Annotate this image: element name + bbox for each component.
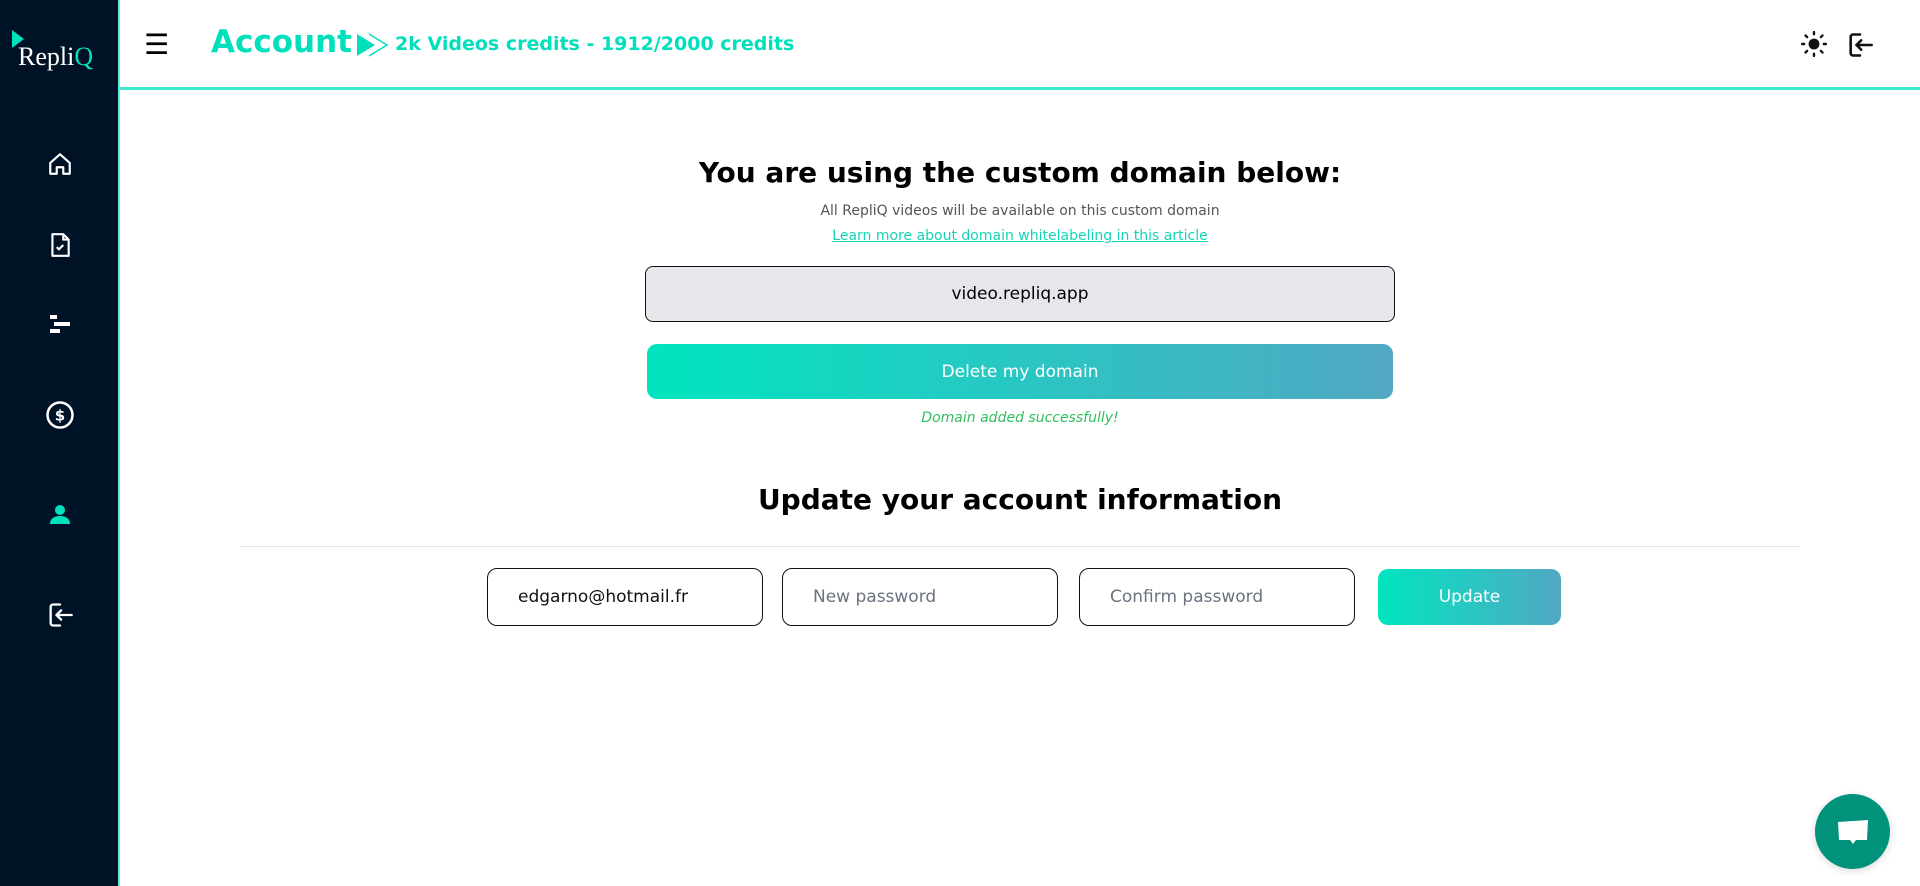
confirm-password-input[interactable] (1079, 568, 1355, 626)
domain-success-message: Domain added successfully! (921, 410, 1119, 426)
custom-domain-field: video.repliq.app (645, 266, 1395, 322)
repliq-logo[interactable]: RepliQ (12, 30, 112, 74)
sidebar-item-logout[interactable] (44, 599, 76, 631)
page-title: Account (211, 24, 352, 60)
delete-domain-button[interactable]: Delete my domain (647, 344, 1393, 399)
bars-staggered-icon (50, 315, 70, 333)
custom-domain-heading: You are using the custom domain below: (698, 156, 1342, 189)
sidebar: RepliQ $ (0, 0, 120, 886)
user-icon (50, 505, 70, 524)
chat-widget-button[interactable] (1815, 794, 1890, 869)
sidebar-item-campaigns[interactable] (44, 308, 76, 340)
sidebar-item-home[interactable] (44, 148, 76, 180)
sidebar-item-documents[interactable] (44, 229, 76, 261)
sidebar-item-billing[interactable]: $ (44, 399, 76, 431)
logo-text-accent: Q (74, 42, 94, 71)
custom-domain-subtitle: All RepliQ videos will be available on t… (820, 203, 1220, 219)
new-password-input[interactable] (782, 568, 1058, 626)
dollar-circle-icon: $ (46, 401, 74, 429)
header: ☰ Account 2k Videos credits - 1912/2000 … (120, 0, 1920, 90)
menu-toggle-icon[interactable]: ☰ (144, 30, 169, 60)
home-icon (49, 153, 71, 175)
logo-text: Repli (18, 42, 75, 71)
account-info-heading: Update your account information (757, 483, 1283, 516)
document-check-icon (51, 233, 70, 257)
email-input[interactable] (487, 568, 763, 626)
svg-text:$: $ (55, 407, 65, 425)
logout-icon (49, 603, 73, 627)
double-play-icon (357, 33, 389, 57)
credits-status: 2k Videos credits - 1912/2000 credits (395, 33, 795, 55)
divider (240, 546, 1800, 547)
logout-icon[interactable] (1846, 31, 1874, 59)
update-button[interactable]: Update (1378, 569, 1561, 625)
sun-icon[interactable] (1801, 31, 1827, 57)
chat-bubble-icon (1837, 819, 1868, 844)
whitelabeling-article-link[interactable]: Learn more about domain whitelabeling in… (832, 228, 1207, 244)
sidebar-item-account[interactable] (44, 498, 76, 530)
